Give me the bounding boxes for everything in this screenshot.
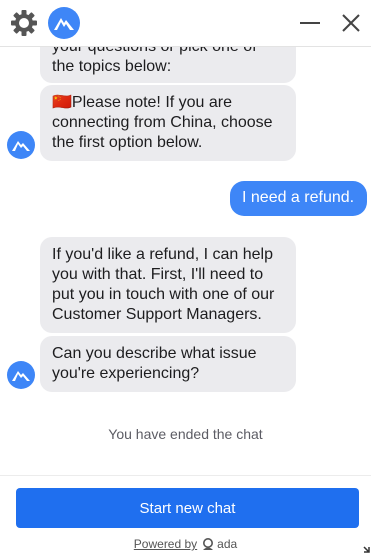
brand-name: ada	[217, 537, 238, 551]
chat-transcript[interactable]: your questions or pick one of the topics…	[0, 47, 371, 475]
start-new-chat-button[interactable]: Start new chat	[16, 488, 359, 528]
chat-header	[0, 0, 371, 47]
bot-message: If you'd like a refund, I can help you w…	[40, 237, 296, 333]
ada-logo-icon	[203, 538, 214, 550]
message-line: you're experiencing?	[52, 365, 200, 382]
message-line: you with that. First, I'll need to	[52, 266, 264, 283]
message-line: Customer Support Managers.	[52, 306, 262, 323]
message-line: put you in touch with one of our	[52, 286, 275, 303]
message-line: 🇨🇳Please note! If you are	[52, 94, 233, 111]
message-line: connecting from China, choose	[52, 114, 273, 131]
brand-logo-icon	[48, 7, 80, 39]
bot-message: your questions or pick one of the topics…	[40, 47, 296, 83]
message-line: the first option below.	[52, 134, 203, 151]
bot-message: Can you describe what issue you're exper…	[40, 336, 296, 392]
minimize-icon[interactable]	[298, 12, 322, 36]
powered-by: Powered by ada	[0, 537, 371, 551]
bot-message: 🇨🇳Please note! If you are connecting fro…	[40, 85, 296, 161]
message-line: Can you describe what issue	[52, 345, 257, 362]
message-line: your questions or pick one of	[52, 47, 284, 57]
message-line: If you'd like a refund, I can help	[52, 246, 273, 263]
user-message: I need a refund.	[230, 181, 367, 216]
bot-avatar-icon	[7, 361, 35, 389]
footer-divider	[0, 475, 371, 476]
bot-avatar-icon	[7, 131, 35, 159]
china-flag-icon: 🇨🇳	[52, 94, 72, 111]
close-icon[interactable]	[339, 11, 363, 35]
message-line: the topics below:	[52, 58, 172, 75]
powered-by-link[interactable]: Powered by	[134, 537, 197, 551]
chat-window: your questions or pick one of the topics…	[0, 0, 371, 554]
gear-icon[interactable]	[9, 8, 39, 38]
chat-ended-notice: You have ended the chat	[108, 426, 263, 442]
resize-handle-icon[interactable]	[363, 546, 371, 554]
